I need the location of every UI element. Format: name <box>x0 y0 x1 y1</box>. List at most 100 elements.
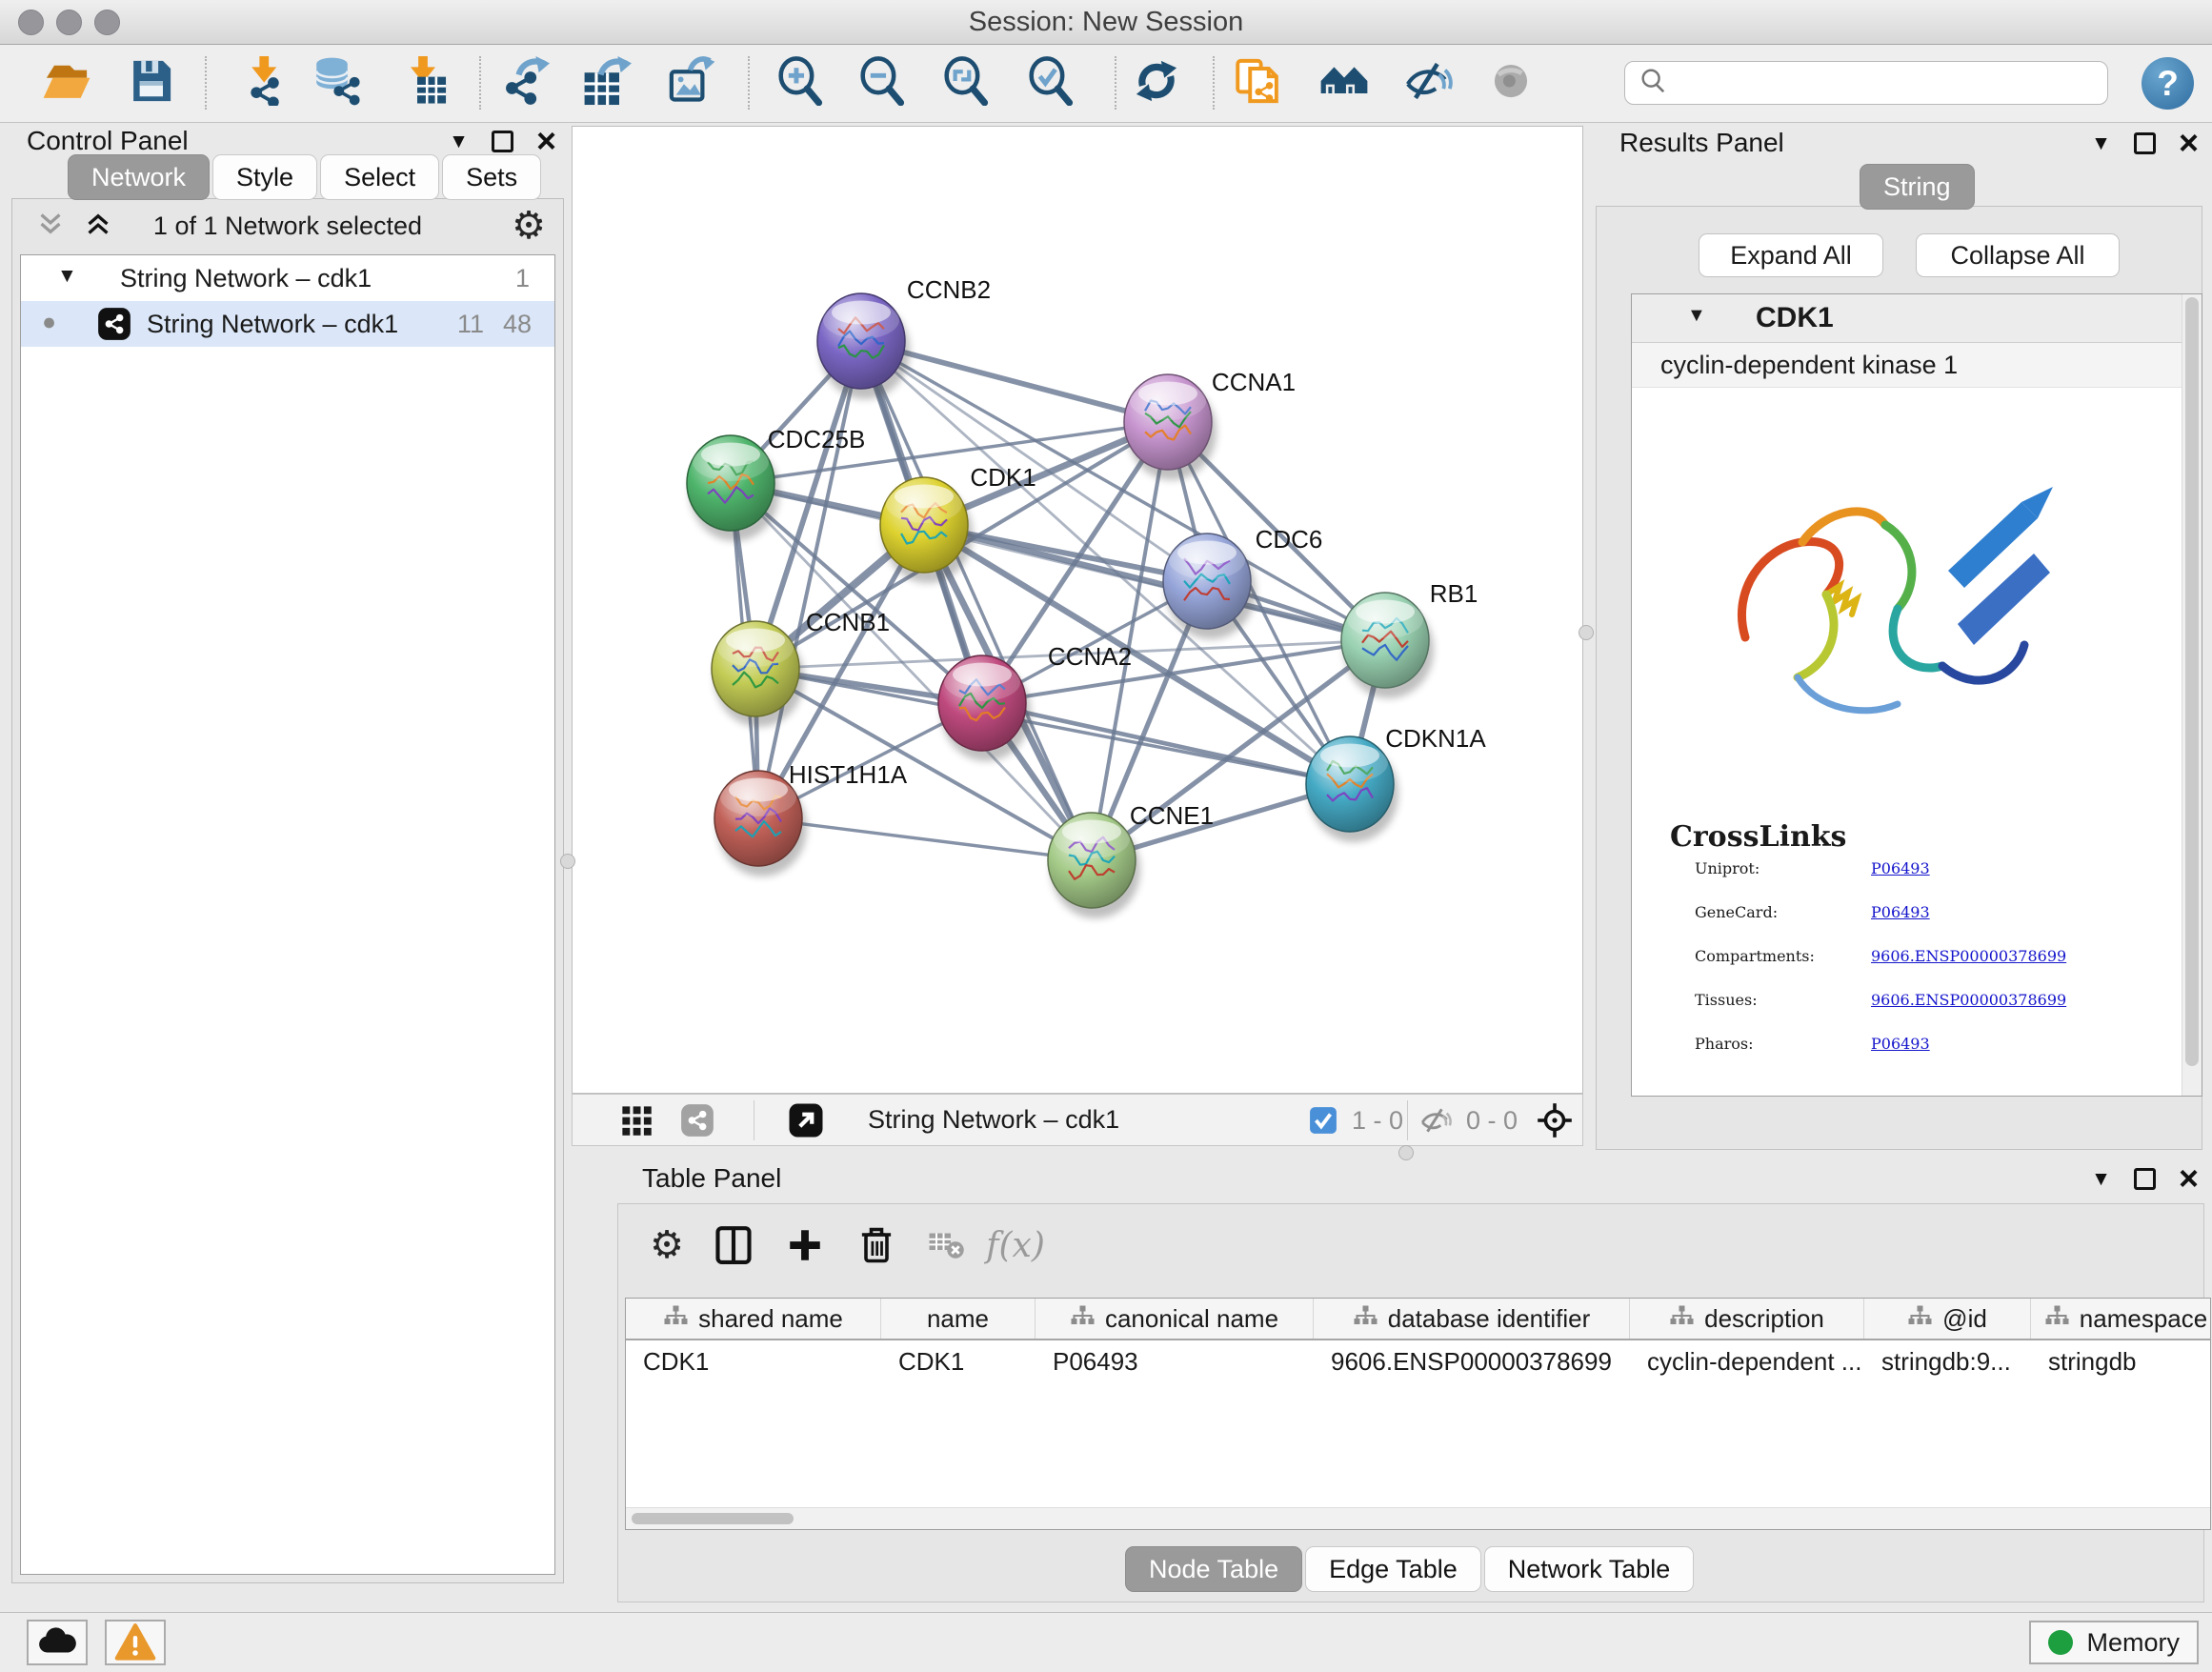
memory-button[interactable]: Memory <box>2029 1621 2199 1664</box>
help-button[interactable]: ? <box>2142 57 2194 110</box>
collection-name: String Network – cdk1 <box>120 264 372 293</box>
toolbar-export-network-button[interactable] <box>495 55 554 111</box>
show-columns-icon[interactable] <box>706 1218 761 1273</box>
crosslink-pharos-link[interactable]: P06493 <box>1871 1035 1930 1053</box>
column-tree-icon <box>1353 1304 1378 1334</box>
collapse-all-button[interactable]: Collapse All <box>1916 233 2120 277</box>
edge-CCNA1-CCNE1[interactable] <box>1092 422 1168 860</box>
toolbar-zoom-fit-content-button[interactable] <box>936 55 995 111</box>
table-panel-float-icon[interactable]: ▼ <box>2091 1169 2111 1189</box>
table-panel-close-icon[interactable]: × <box>2179 1165 2199 1192</box>
network-row[interactable]: ● String Network – cdk1 11 48 <box>21 301 554 347</box>
warnings-button[interactable] <box>105 1620 166 1665</box>
network-node-RB1[interactable]: RB1 <box>1341 579 1478 698</box>
table-cell[interactable]: CDK1 <box>881 1340 1036 1382</box>
table-tab-edge-table[interactable]: Edge Table <box>1305 1546 1481 1592</box>
delete-column-icon[interactable] <box>849 1218 904 1273</box>
network-node-HIST1H1A[interactable]: HIST1H1A <box>714 760 908 876</box>
control-panel-maximize-icon[interactable] <box>492 131 513 152</box>
table-tab-node-table[interactable]: Node Table <box>1125 1546 1302 1592</box>
column-header-description[interactable]: description <box>1630 1299 1864 1339</box>
toolbar-first-neighbors-button[interactable] <box>1315 55 1374 111</box>
toolbar-import-network-from-file-button[interactable] <box>231 55 291 111</box>
crosslink-uniprot-link[interactable]: P06493 <box>1871 859 1930 877</box>
show-grid-icon[interactable] <box>609 1093 664 1148</box>
hidden-eye-icon[interactable] <box>1415 1093 1457 1148</box>
results-scrollbar-thumb[interactable] <box>2185 297 2199 1066</box>
toolbar-export-image-button[interactable] <box>662 55 721 111</box>
table-panel: Table Panel ▼ × ⚙ f(x) shared namenameca… <box>610 1158 2212 1608</box>
tab-network[interactable]: Network <box>68 154 210 200</box>
table-horizontal-scrollbar[interactable] <box>626 1507 2210 1529</box>
expand-all-button[interactable]: Expand All <box>1699 233 1883 277</box>
toolbar-copy-style-button[interactable] <box>1230 55 1289 111</box>
column-header-shared-name[interactable]: shared name <box>626 1299 881 1339</box>
toolbar-export-table-button[interactable] <box>577 55 636 111</box>
column-header-canonical-name[interactable]: canonical name <box>1036 1299 1314 1339</box>
vertical-splitter-handle-left[interactable] <box>560 854 575 869</box>
column-header-name[interactable]: name <box>881 1299 1036 1339</box>
search-box[interactable] <box>1624 61 2108 105</box>
table-cell[interactable]: stringdb:9... <box>1864 1340 2031 1382</box>
birdseye-view-icon[interactable] <box>778 1093 834 1148</box>
results-scrollbar[interactable] <box>2182 294 2202 1096</box>
control-panel-float-icon[interactable]: ▼ <box>449 131 469 151</box>
network-collection-row[interactable]: ▼ String Network – cdk1 1 <box>21 255 554 301</box>
results-panel-close-icon[interactable]: × <box>2179 130 2199 156</box>
selected-checkbox-icon[interactable] <box>1304 1093 1342 1148</box>
toolbar-open-file-button[interactable] <box>37 55 96 111</box>
toolbar-zoom-in-button[interactable] <box>771 55 830 111</box>
network-overview-icon[interactable] <box>670 1093 725 1148</box>
network-options-gear-icon[interactable]: ⚙ <box>512 207 546 245</box>
network-canvas[interactable]: CCNB2 CCNA1 CDC25B CDK1 <box>572 126 1583 1094</box>
table-cell[interactable]: 9606.ENSP00000378699 <box>1314 1340 1630 1382</box>
fit-selection-crosshair-icon[interactable] <box>1527 1093 1582 1148</box>
toolbar-hide-selected-button[interactable] <box>1398 55 1458 111</box>
toolbar-import-table-from-file-button[interactable] <box>393 55 452 111</box>
toolbar-zoom-out-button[interactable] <box>853 55 912 111</box>
column-header-namespace[interactable]: namespace <box>2031 1299 2211 1339</box>
network-node-CCNE1[interactable]: CCNE1 <box>1048 801 1214 918</box>
edge-CCNB2-HIST1H1A[interactable] <box>758 341 861 818</box>
table-cell[interactable]: cyclin-dependent ... <box>1630 1340 1864 1382</box>
table-panel-maximize-icon[interactable] <box>2134 1168 2156 1190</box>
cloud-status-button[interactable] <box>27 1620 88 1665</box>
control-panel-close-icon[interactable]: × <box>536 128 556 154</box>
node-label-CDK1: CDK1 <box>970 463 1036 492</box>
column-tree-icon <box>1907 1304 1933 1334</box>
table-tab-network-table[interactable]: Network Table <box>1484 1546 1695 1592</box>
gene-section-collapse-icon[interactable]: ▼ <box>1687 305 1706 327</box>
results-panel-maximize-icon[interactable] <box>2134 132 2156 154</box>
edge-CCNA2-CDKN1A[interactable] <box>982 703 1350 784</box>
tab-sets[interactable]: Sets <box>442 154 541 200</box>
network-node-CDK1[interactable]: CDK1 <box>880 463 1036 583</box>
table-cell[interactable]: P06493 <box>1036 1340 1314 1382</box>
crosslink-compartments-link[interactable]: 9606.ENSP00000378699 <box>1871 947 2066 965</box>
results-panel-float-icon[interactable]: ▼ <box>2091 133 2111 153</box>
collection-expander-icon[interactable]: ▼ <box>57 265 77 288</box>
toolbar-show-all-button[interactable] <box>1481 55 1540 111</box>
tab-style[interactable]: Style <box>212 154 317 200</box>
tab-select[interactable]: Select <box>320 154 439 200</box>
table-cell[interactable]: stringdb <box>2031 1340 2211 1382</box>
toolbar-apply-preferred-layout-button[interactable] <box>1127 55 1186 111</box>
table-row[interactable]: CDK1CDK1P064939606.ENSP00000378699cyclin… <box>626 1340 2210 1382</box>
network-node-CDKN1A[interactable]: CDKN1A <box>1306 724 1486 842</box>
gene-section-header[interactable]: ▼ CDK1 <box>1632 294 2202 343</box>
column-header-database-identifier[interactable]: database identifier <box>1314 1299 1630 1339</box>
toolbar-zoom-selected-region-button[interactable] <box>1021 55 1080 111</box>
column-header-atid[interactable]: @id <box>1864 1299 2031 1339</box>
table-cell[interactable]: CDK1 <box>626 1340 881 1382</box>
table-scrollbar-thumb[interactable] <box>632 1513 794 1524</box>
crosslink-genecard-link[interactable]: P06493 <box>1871 903 1930 921</box>
network-node-CDC6[interactable]: CDC6 <box>1163 525 1322 639</box>
tab-string[interactable]: String <box>1860 164 1975 210</box>
zoom-selected-region-icon <box>1026 56 1076 111</box>
edge-HIST1H1A-CCNE1[interactable] <box>758 818 1092 860</box>
toolbar-save-session-button[interactable] <box>121 55 180 111</box>
toolbar-import-network-from-database-button[interactable] <box>309 55 368 111</box>
search-input[interactable] <box>1677 68 2094 99</box>
crosslink-tissues-link[interactable]: 9606.ENSP00000378699 <box>1871 991 2066 1009</box>
create-column-icon[interactable] <box>777 1218 833 1273</box>
table-options-gear-icon[interactable]: ⚙ <box>639 1218 694 1273</box>
